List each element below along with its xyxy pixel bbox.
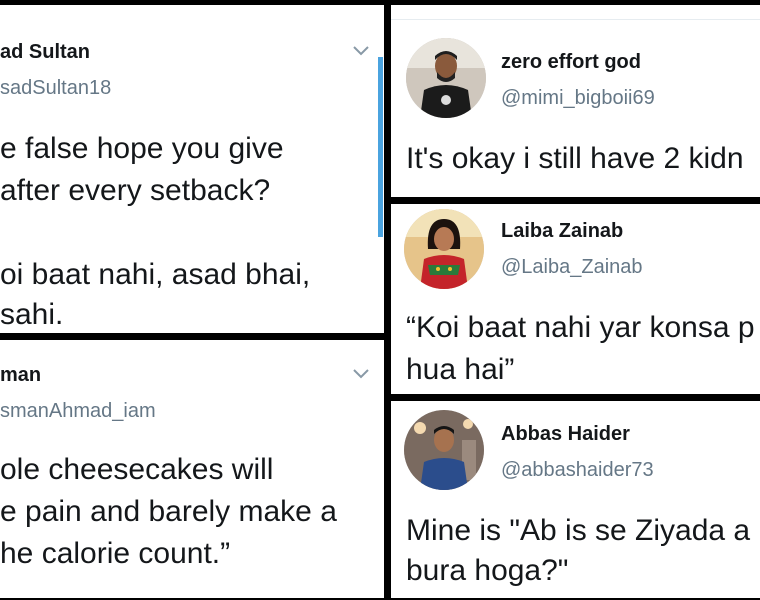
tweet-author-handle[interactable]: sadSultan18: [0, 77, 111, 100]
tweet-author-handle[interactable]: @abbashaider73: [501, 459, 654, 482]
tweet-text-line: “Koi baat nahi yar konsa p: [406, 311, 755, 344]
tweet-author-handle[interactable]: @mimi_bigboii69: [501, 87, 655, 110]
tweet-text-line: ole cheesecakes will: [0, 453, 274, 486]
tweet-author-handle[interactable]: smanAhmad_iam: [0, 400, 156, 423]
avatar[interactable]: [406, 38, 486, 118]
tweet-text-line: he calorie count.”: [0, 537, 231, 570]
chevron-down-icon[interactable]: [352, 368, 370, 380]
tweet-text-line: bura hoga?": [406, 554, 569, 587]
tweet-card-abbas-haider: Abbas Haider @abbashaider73 Mine is "Ab …: [391, 401, 760, 598]
chevron-down-icon[interactable]: [352, 45, 370, 57]
scrollbar-thumb[interactable]: [378, 57, 383, 237]
tweet-card-zero-effort-god: zero effort god @mimi_bigboii69 It's oka…: [391, 5, 760, 197]
tweet-card-asad-sultan: ad Sultan sadSultan18 e false hope you g…: [0, 5, 384, 333]
avatar[interactable]: [404, 410, 484, 490]
top-divider: [391, 19, 760, 20]
tweet-text-line: e pain and barely make a: [0, 495, 337, 528]
tweet-text-line: hua hai”: [406, 353, 515, 386]
tweet-author-name[interactable]: zero effort god: [501, 51, 641, 74]
avatar-man-blue-shirt: [404, 410, 484, 490]
tweet-text-line: sahi.: [0, 298, 64, 331]
tweet-author-name[interactable]: man: [0, 364, 41, 387]
avatar[interactable]: [404, 209, 484, 289]
tweet-text-line: e false hope you give: [0, 132, 284, 165]
tweet-card-usman-ahmad: man smanAhmad_iam ole cheesecakes will e…: [0, 340, 384, 598]
tweet-author-name[interactable]: ad Sultan: [0, 41, 90, 64]
avatar-man-dark-shirt: [406, 38, 486, 118]
tweet-author-handle[interactable]: @Laiba_Zainab: [501, 256, 643, 279]
tweet-text-line: oi baat nahi, asad bhai,: [0, 258, 311, 291]
avatar-woman-red-dress: [404, 209, 484, 289]
tweet-text-line: Mine is "Ab is se Ziyada a: [406, 514, 751, 547]
tweet-text-line: It's okay i still have 2 kidn: [406, 142, 744, 175]
tweet-author-name[interactable]: Laiba Zainab: [501, 220, 623, 243]
tweet-card-laiba-zainab: Laiba Zainab @Laiba_Zainab “Koi baat nah…: [391, 204, 760, 394]
tweet-author-name[interactable]: Abbas Haider: [501, 423, 630, 446]
tweet-text-line: after every setback?: [0, 174, 271, 207]
